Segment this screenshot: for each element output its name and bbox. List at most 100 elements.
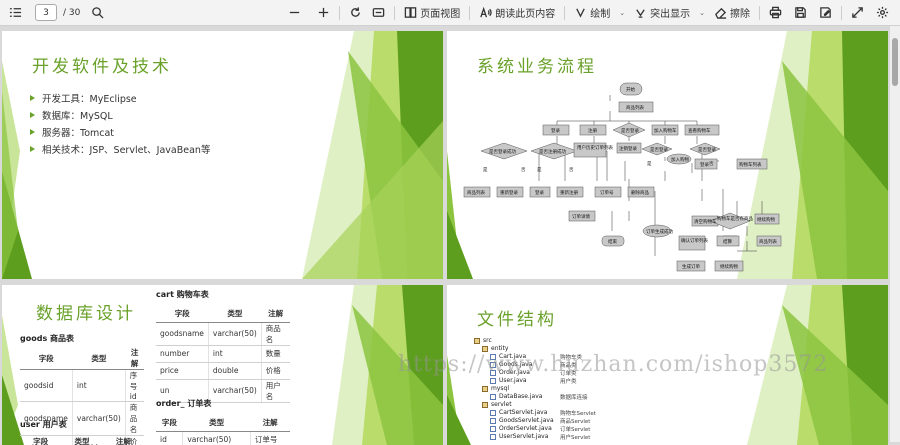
- scrollbar-thumb[interactable]: [892, 38, 898, 86]
- highlight-label: 突出显示: [650, 5, 690, 20]
- document-viewer[interactable]: 开发软件及技术 开发工具：MyEclipse 数据库：MySQL 服务器：Tom…: [0, 26, 890, 442]
- divider: [759, 6, 760, 20]
- cell: price: [156, 362, 208, 379]
- column-header: 注解: [250, 414, 290, 431]
- bullet-triangle-icon: [30, 112, 35, 118]
- draw-button[interactable]: 绘制: [571, 3, 613, 23]
- erase-button[interactable]: 擦除: [711, 3, 753, 23]
- bullet-triangle-icon: [30, 95, 35, 101]
- cell: 商品名: [261, 322, 290, 345]
- bullet-item: 开发工具：MyEclipse: [30, 89, 210, 106]
- erase-label: 擦除: [730, 5, 750, 20]
- flow-node-register-ok: 是否注册成功: [539, 148, 566, 155]
- cell: double: [208, 362, 261, 379]
- flow-no-label: 否: [569, 167, 574, 173]
- tree-item[interactable]: CartServlet.java: [490, 409, 547, 416]
- tree-item[interactable]: User.java: [490, 377, 527, 384]
- flow-node-del-goods: 删除商品: [631, 189, 649, 196]
- rotate-button[interactable]: [346, 3, 365, 23]
- tree-item-label: UserServlet.java: [499, 433, 548, 440]
- divider: [394, 6, 395, 20]
- order-table: 字段类型注解 idvarchar(50)订单号: [156, 414, 290, 445]
- eraser-icon: [714, 6, 727, 19]
- column-header: 类型: [208, 305, 261, 322]
- column-header: 字段: [20, 433, 61, 445]
- table-row: pricedouble价格: [156, 362, 290, 379]
- flow-yes-label: 是: [647, 161, 652, 167]
- java-file-icon: [490, 378, 496, 384]
- bullet-text: 开发工具：MyEclipse: [42, 91, 137, 105]
- zoom-out-button[interactable]: [285, 3, 304, 23]
- column-header: 注解: [125, 347, 144, 370]
- tree-item-label: User.java: [499, 377, 527, 384]
- bullet-text: 服务器：Tomcat: [42, 125, 114, 139]
- page-view-button[interactable]: 页面视图: [401, 3, 463, 23]
- contents-button[interactable]: [6, 3, 25, 23]
- column-header: 类型: [61, 433, 102, 445]
- column-header: 注解: [103, 433, 144, 445]
- flow-yes-label: 是: [537, 167, 542, 173]
- flow-node-gen-order: 生成订单: [682, 263, 700, 270]
- flow-node-cart-list: 购物车列表: [739, 161, 762, 168]
- divider: [564, 6, 565, 20]
- read-aloud-button[interactable]: 朗读此页内容: [476, 3, 558, 23]
- chevron-down-icon[interactable]: ⌄: [699, 9, 705, 17]
- save-as-icon: [819, 6, 832, 19]
- tree-item[interactable]: UserServlet.java: [490, 433, 548, 440]
- column-header: 类型: [72, 347, 125, 370]
- save-as-button[interactable]: [816, 3, 835, 23]
- tree-item-label: servlet: [491, 401, 512, 408]
- table-label-user: user 用户表: [20, 419, 67, 430]
- java-file-icon: [490, 426, 496, 432]
- settings-button[interactable]: [873, 3, 892, 23]
- cell: varchar(50): [208, 322, 261, 345]
- zoom-in-button[interactable]: [314, 3, 333, 23]
- tree-note: 用户类: [560, 377, 577, 385]
- flow-node-user-orders: 用户历史订单列表: [577, 144, 613, 151]
- table-label-goods: goods 商品表: [20, 333, 74, 344]
- flow-yes-label: 是: [483, 167, 488, 173]
- tree-item[interactable]: GoodsServlet.java: [490, 417, 554, 424]
- cell: 序号id: [125, 370, 144, 402]
- table-row: goodsidint序号id: [20, 370, 144, 402]
- fullscreen-button[interactable]: [848, 3, 867, 23]
- tree-item[interactable]: src: [474, 337, 492, 344]
- chevron-down-icon[interactable]: ⌄: [619, 9, 625, 17]
- flow-node-order-done: 订单生成成功: [646, 228, 673, 235]
- divider: [469, 6, 470, 20]
- minus-icon: [288, 6, 301, 19]
- table-row: idvarchar(50)订单号: [156, 431, 290, 445]
- rotate-icon: [349, 6, 362, 19]
- vertical-scrollbar[interactable]: [890, 26, 900, 442]
- flow-node-relogin: 重新登录: [500, 189, 518, 196]
- tree-item[interactable]: DataBase.java: [490, 393, 542, 400]
- search-button[interactable]: [88, 3, 107, 23]
- tree-item[interactable]: mysql: [482, 385, 509, 392]
- plus-icon: [317, 6, 330, 19]
- tree-item-label: entity: [491, 345, 508, 352]
- flow-no-label: 否: [709, 161, 714, 167]
- save-button[interactable]: [791, 3, 810, 23]
- column-header: 字段: [156, 305, 208, 322]
- column-header: 注解: [261, 305, 290, 322]
- column-header: 字段: [156, 414, 183, 431]
- tree-item[interactable]: entity: [482, 345, 508, 352]
- slide-dev-tools: 开发软件及技术 开发工具：MyEclipse 数据库：MySQL 服务器：Tom…: [2, 31, 443, 279]
- flow-node-clear-cart: 清空购物车: [694, 218, 717, 225]
- page-number-input[interactable]: 3: [35, 4, 57, 21]
- flow-node-order-no: 订单号: [600, 189, 614, 196]
- tree-item[interactable]: OrderServlet.java: [490, 425, 552, 432]
- flow-node-end: 结束: [608, 238, 617, 245]
- highlight-icon: [634, 6, 647, 19]
- cell: varchar(50): [208, 379, 261, 402]
- highlight-button[interactable]: 突出显示: [631, 3, 693, 23]
- bullet-text: 数据库：MySQL: [42, 108, 113, 122]
- gear-icon: [876, 6, 889, 19]
- fit-page-icon: [372, 6, 385, 19]
- goods-table: 字段类型注解 goodsidint序号id goodsnamevarchar(5…: [20, 347, 144, 445]
- read-aloud-label: 朗读此页内容: [495, 5, 555, 20]
- print-button[interactable]: [766, 3, 785, 23]
- fit-page-button[interactable]: [369, 3, 388, 23]
- tree-item[interactable]: servlet: [482, 401, 512, 408]
- bullet-text: 相关技术：JSP、Servlet、JavaBean等: [42, 142, 210, 156]
